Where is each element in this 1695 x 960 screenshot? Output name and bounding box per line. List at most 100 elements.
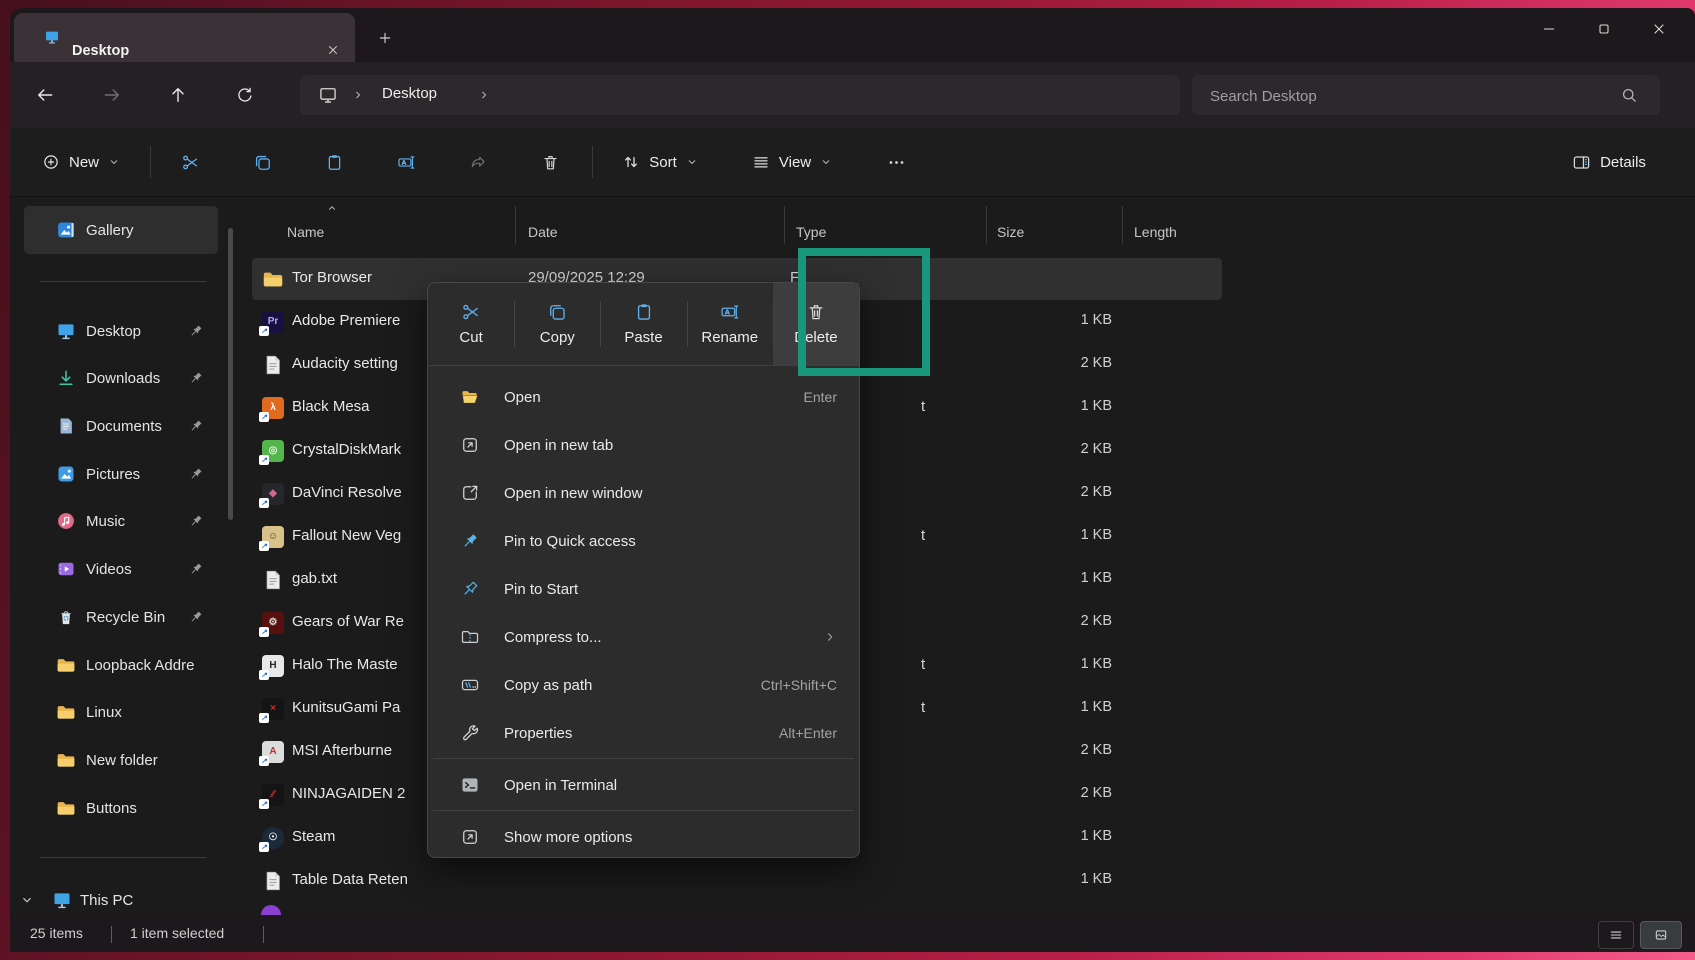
sidebar-item-buttons[interactable]: Buttons xyxy=(24,787,218,829)
shortcut-arrow-icon xyxy=(259,627,269,637)
folder-icon xyxy=(56,798,76,818)
share-button[interactable] xyxy=(455,140,501,184)
new-button[interactable]: New xyxy=(28,140,134,184)
search-input[interactable] xyxy=(1208,75,1592,117)
context-menu-quick-actions: Cut Copy Paste Rename Delete xyxy=(428,283,859,366)
tab-desktop[interactable]: Desktop xyxy=(14,13,355,62)
copy-button[interactable] xyxy=(239,140,285,184)
documents-icon xyxy=(56,416,76,436)
sidebar-item-videos[interactable]: Videos xyxy=(24,548,218,590)
tab-close-icon[interactable] xyxy=(320,37,346,63)
back-button[interactable] xyxy=(25,75,65,115)
minimize-button[interactable] xyxy=(1526,10,1572,48)
column-divider[interactable] xyxy=(515,206,516,244)
app-icon: ∕∕ xyxy=(262,784,284,806)
sidebar-item-recycle-bin[interactable]: Recycle Bin xyxy=(24,596,218,638)
delete-button[interactable] xyxy=(527,140,573,184)
new-tab-button[interactable] xyxy=(370,23,400,53)
context-paste-button[interactable]: Paste xyxy=(600,283,686,365)
menu-item-compress-to[interactable]: Compress to... xyxy=(438,613,851,661)
pin-icon xyxy=(188,561,204,577)
sort-button[interactable]: Sort xyxy=(606,140,714,184)
search-box[interactable] xyxy=(1192,75,1660,115)
file-size: 1 KB xyxy=(1012,398,1112,414)
menu-item-properties[interactable]: Properties Alt+Enter xyxy=(438,709,851,757)
file-name: gab.txt xyxy=(292,570,337,587)
show-more-icon xyxy=(460,827,490,847)
sidebar-item-documents[interactable]: Documents xyxy=(24,405,218,447)
rename-button[interactable] xyxy=(383,140,429,184)
view-button[interactable]: View xyxy=(736,140,848,184)
menu-item-open[interactable]: Open Enter xyxy=(438,373,851,421)
chevron-right-icon[interactable] xyxy=(352,89,364,101)
downloads-icon xyxy=(56,368,76,388)
file-size: 2 KB xyxy=(1012,484,1112,500)
more-options-button[interactable] xyxy=(872,140,920,184)
column-divider[interactable] xyxy=(784,206,785,244)
file-name: Adobe Premiere xyxy=(292,312,400,329)
cut-button[interactable] xyxy=(167,140,213,184)
copy-icon xyxy=(547,302,567,322)
refresh-button[interactable] xyxy=(225,75,265,115)
screen: Desktop Desktop New Sort View xyxy=(0,0,1695,960)
file-name: Black Mesa xyxy=(292,398,370,415)
maximize-button[interactable] xyxy=(1581,10,1627,48)
sidebar-item-label: Recycle Bin xyxy=(86,609,165,626)
sidebar-item-label: Buttons xyxy=(86,800,137,817)
shortcut-hint: Ctrl+Shift+C xyxy=(761,677,851,693)
sidebar-item-desktop[interactable]: Desktop xyxy=(24,310,218,352)
thumbnail-view-toggle[interactable] xyxy=(1640,921,1682,949)
app-icon: Pr xyxy=(262,311,284,333)
shortcut-arrow-icon xyxy=(259,326,269,336)
sidebar-item-label: Pictures xyxy=(86,466,140,483)
sidebar-item-gallery[interactable]: Gallery xyxy=(24,206,218,254)
sidebar-item-label: Gallery xyxy=(86,222,134,239)
menu-item-open-in-terminal[interactable]: Open in Terminal xyxy=(438,761,851,809)
pin-icon xyxy=(188,418,204,434)
menu-item-open-new-tab[interactable]: Open in new tab xyxy=(438,421,851,469)
this-pc-icon[interactable] xyxy=(318,85,338,105)
paste-button[interactable] xyxy=(311,140,357,184)
sidebar-item-music[interactable]: Music xyxy=(24,500,218,542)
context-rename-button[interactable]: Rename xyxy=(687,283,773,365)
menu-item-pin-to-start[interactable]: Pin to Start xyxy=(438,565,851,613)
file-name: Table Data Reten xyxy=(292,871,408,888)
context-cut-button[interactable]: Cut xyxy=(428,283,514,365)
toolbar-divider xyxy=(150,146,151,178)
table-row[interactable]: Table Data Reten 1 KB xyxy=(250,860,1695,903)
chevron-right-icon[interactable] xyxy=(478,89,490,101)
file-size: 2 KB xyxy=(1012,355,1112,371)
sidebar-item-loopback[interactable]: Loopback Addre xyxy=(24,644,218,686)
menu-item-copy-as-path[interactable]: Copy as path Ctrl+Shift+C xyxy=(438,661,851,709)
up-button[interactable] xyxy=(158,75,198,115)
breadcrumb[interactable]: Desktop xyxy=(300,75,1180,115)
file-name: Fallout New Veg xyxy=(292,527,401,544)
sidebar-item-downloads[interactable]: Downloads xyxy=(24,357,218,399)
file-name: MSI Afterburne xyxy=(292,742,392,759)
sidebar-item-pictures[interactable]: Pictures xyxy=(24,453,218,495)
context-copy-button[interactable]: Copy xyxy=(514,283,600,365)
menu-item-pin-quick-access[interactable]: Pin to Quick access xyxy=(438,517,851,565)
pin-icon xyxy=(188,370,204,386)
sidebar-item-linux[interactable]: Linux xyxy=(24,691,218,733)
sort-ascending-icon xyxy=(326,202,338,214)
sidebar-item-label: Loopback Addre xyxy=(86,657,194,674)
close-button[interactable] xyxy=(1636,10,1682,48)
menu-item-open-new-window[interactable]: Open in new window xyxy=(438,469,851,517)
forward-button[interactable] xyxy=(92,75,132,115)
details-pane-button[interactable]: Details xyxy=(1552,140,1666,184)
music-icon xyxy=(56,511,76,531)
breadcrumb-item-desktop[interactable]: Desktop xyxy=(382,85,437,102)
menu-item-show-more-options[interactable]: Show more options xyxy=(438,813,851,861)
context-menu: Cut Copy Paste Rename Delete Open Enter xyxy=(427,282,860,858)
column-divider[interactable] xyxy=(1122,206,1123,244)
desktop-icon xyxy=(56,321,76,341)
chevron-down-icon[interactable] xyxy=(20,893,34,907)
sidebar-item-new-folder[interactable]: New folder xyxy=(24,739,218,781)
menu-divider xyxy=(433,810,854,811)
search-icon[interactable] xyxy=(1620,86,1638,104)
column-divider[interactable] xyxy=(986,206,987,244)
sidebar-item-this-pc[interactable]: This PC xyxy=(14,882,224,918)
details-view-toggle[interactable] xyxy=(1598,921,1634,949)
sidebar-scrollbar[interactable] xyxy=(228,228,233,520)
